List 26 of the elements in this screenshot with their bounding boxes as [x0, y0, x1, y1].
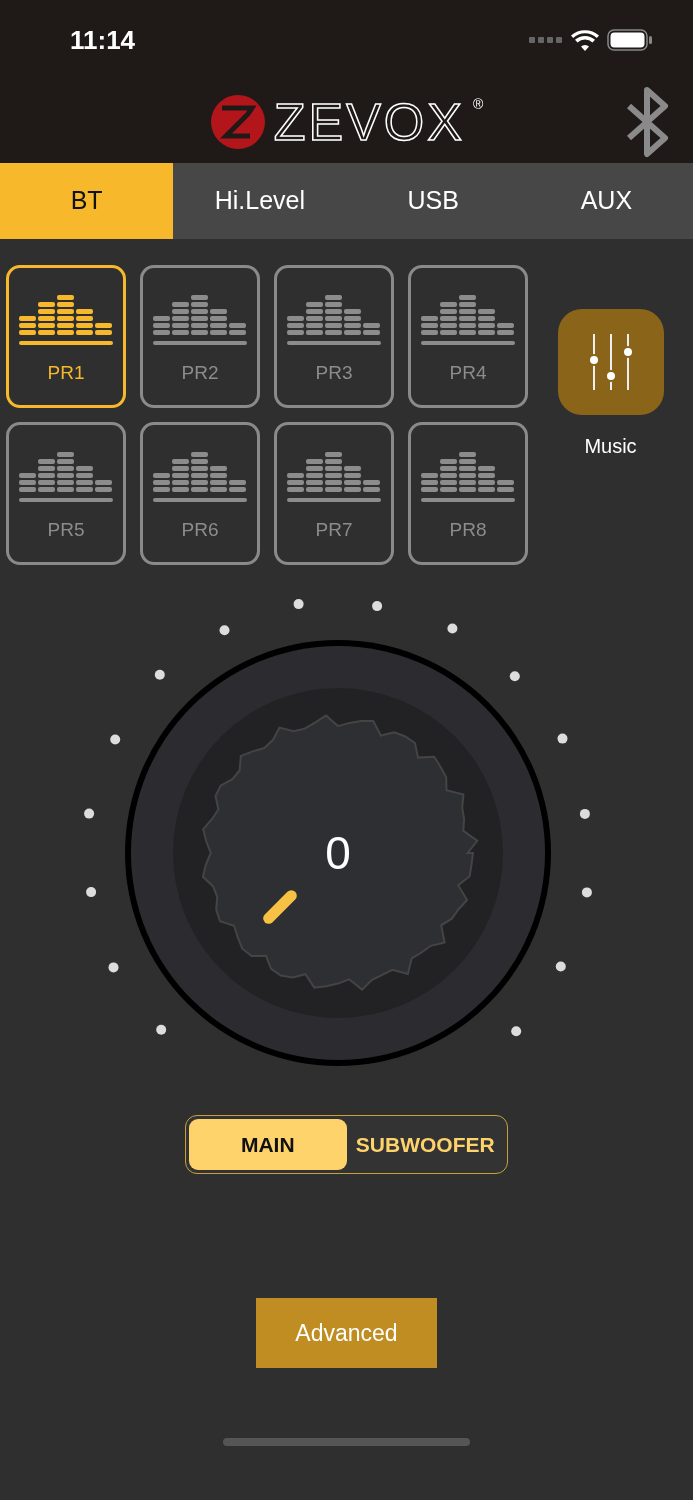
equalizer-button[interactable]	[557, 309, 664, 415]
preset-button[interactable]: PR5	[6, 422, 126, 565]
advanced-button[interactable]: Advanced	[256, 1298, 437, 1368]
source-tab[interactable]: USB	[346, 163, 520, 239]
preset-button[interactable]: PR7	[274, 422, 394, 565]
preset-button[interactable]: PR8	[408, 422, 528, 565]
signal-icon	[529, 36, 563, 44]
preset-button[interactable]: PR1	[6, 265, 126, 408]
source-tab[interactable]: AUX	[519, 163, 693, 239]
logo-icon	[209, 93, 266, 150]
equalizer-label: Music	[584, 434, 637, 459]
preset-button[interactable]: PR2	[140, 265, 260, 408]
preset-button[interactable]: PR6	[140, 422, 260, 565]
wifi-icon	[571, 29, 599, 51]
status-time: 11:14	[70, 23, 136, 57]
source-tab[interactable]: BT	[0, 163, 174, 239]
preset-button[interactable]: PR3	[274, 265, 394, 408]
battery-icon	[607, 29, 653, 51]
knob-value: 0	[325, 827, 351, 879]
preset-button[interactable]: PR4	[408, 265, 528, 408]
source-tab[interactable]: Hi.Level	[173, 163, 347, 239]
output-segment[interactable]: SUBWOOFER	[346, 1119, 504, 1170]
registered-mark: ®	[472, 94, 484, 114]
logo-text: ZEVOX	[273, 95, 465, 148]
knob-indicator	[263, 890, 297, 924]
output-segment[interactable]: MAIN	[189, 1119, 347, 1170]
